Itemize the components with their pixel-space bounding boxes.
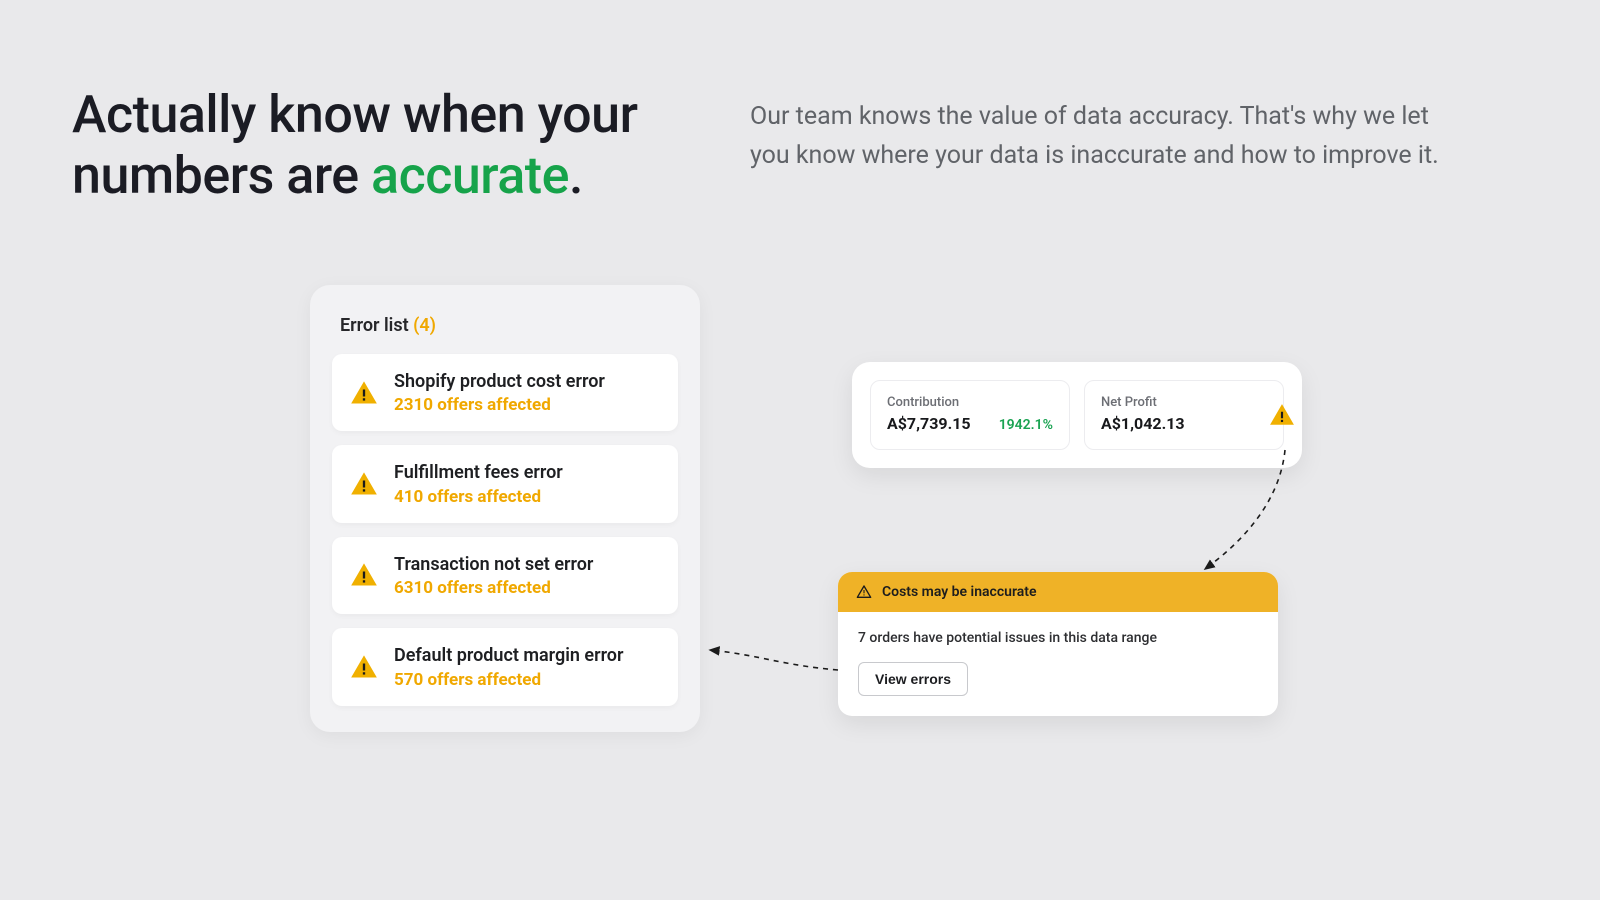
error-item[interactable]: Transaction not set error 6310 offers af…: [332, 537, 678, 614]
stat-card-contribution[interactable]: Contribution A$7,739.15 1942.1%: [870, 380, 1070, 450]
error-item[interactable]: Default product margin error 570 offers …: [332, 628, 678, 705]
hero-subcopy: Our team knows the value of data accurac…: [750, 98, 1470, 176]
error-item[interactable]: Shopify product cost error 2310 offers a…: [332, 354, 678, 431]
error-list-panel: Error list (4) Shopify product cost erro…: [310, 285, 700, 732]
headline-text: Actually know when your numbers are accu…: [72, 84, 712, 207]
warning-icon: [350, 470, 378, 498]
warning-icon: [350, 561, 378, 589]
error-list-title: Error list: [340, 315, 409, 336]
stat-percent: 1942.1%: [999, 417, 1053, 433]
headline-after: .: [569, 145, 583, 206]
stat-value: A$1,042.13: [1101, 414, 1267, 433]
notice-header-text: Costs may be inaccurate: [882, 584, 1037, 600]
notice-header: Costs may be inaccurate: [838, 572, 1278, 612]
error-list-count: (4): [413, 315, 436, 336]
warning-outline-icon: [856, 584, 872, 600]
error-subtitle: 6310 offers affected: [394, 578, 593, 598]
error-list-header: Error list (4): [332, 315, 678, 354]
notice-panel: Costs may be inaccurate 7 orders have po…: [838, 572, 1278, 716]
notice-text: 7 orders have potential issues in this d…: [858, 630, 1258, 646]
error-title: Fulfillment fees error: [394, 461, 563, 484]
error-item[interactable]: Fulfillment fees error 410 offers affect…: [332, 445, 678, 522]
view-errors-button[interactable]: View errors: [858, 662, 968, 696]
error-title: Shopify product cost error: [394, 370, 605, 393]
warning-icon: [350, 379, 378, 407]
error-subtitle: 410 offers affected: [394, 487, 563, 507]
headline-highlight: accurate: [371, 145, 569, 206]
stat-label: Net Profit: [1101, 395, 1267, 410]
warning-icon: [1269, 402, 1295, 428]
warning-icon: [350, 653, 378, 681]
notice-body: 7 orders have potential issues in this d…: [838, 612, 1278, 716]
stat-card-net-profit[interactable]: Net Profit A$1,042.13: [1084, 380, 1284, 450]
stats-panel: Contribution A$7,739.15 1942.1% Net Prof…: [852, 362, 1302, 468]
hero-headline: Actually know when your numbers are accu…: [72, 84, 712, 207]
error-subtitle: 2310 offers affected: [394, 395, 605, 415]
error-subtitle: 570 offers affected: [394, 670, 623, 690]
error-title: Transaction not set error: [394, 553, 593, 576]
error-title: Default product margin error: [394, 644, 623, 667]
stat-label: Contribution: [887, 395, 1053, 410]
